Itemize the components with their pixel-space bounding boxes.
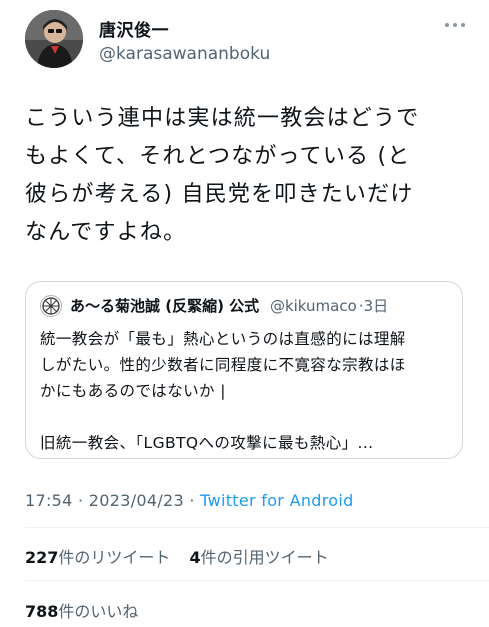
timestamp-separator: · [78,491,84,510]
tweet-line: こういう連中は実は統一教会はどうで [25,106,420,131]
quoted-line [40,404,450,430]
quoted-time: 3日 [363,297,389,315]
divider [25,527,489,528]
quoted-author-handle: @kikumaco [269,297,357,315]
source-separator: · [189,491,195,510]
quoted-line: 旧統一教会、「LGBTQへの攻撃に最も熱心」... [40,434,374,452]
retweet-count: 227 [25,548,59,567]
tweet-line: 彼らが考える) 自民党を叩きたいだけ [25,182,414,207]
quoted-author-name: あ～る菊池誠 (反緊縮) 公式 [70,297,260,315]
engagement-stats: 227件のリツイート 4件の引用ツイート [25,544,329,568]
author-name[interactable]: 唐沢俊一 [99,16,169,41]
tweet-timestamp[interactable]: 17:54 · 2023/04/23 · Twitter for Android [25,491,354,510]
retweet-label: 件のリツイート [58,548,171,567]
more-options-icon[interactable] [445,20,467,30]
quoted-avatar [40,295,62,317]
quote-count: 4 [189,548,201,567]
quoted-line: かにもあるのではないか | [40,382,226,400]
tweet-line: なんですよね。 [25,220,187,245]
divider [25,580,489,581]
quoted-line: 統一教会が「最も」熱心というのは直感的には理解 [40,330,406,348]
like-label: 件のいいね [58,602,139,621]
quotes-stat[interactable]: 4件の引用ツイート [190,548,329,567]
tweet-text: こういう連中は実は統一教会はどうで もよくて、それとつながっている (と 彼らが… [25,100,465,252]
like-count: 788 [25,602,59,621]
avatar[interactable] [25,10,83,68]
tweet-time: 17:54 [25,491,73,510]
quote-label: 件の引用ツイート [200,548,329,567]
tweet-line: もよくて、それとつながっている (と [25,144,411,169]
author-handle[interactable]: @karasawananboku [99,44,270,64]
quoted-header: あ～る菊池誠 (反緊縮) 公式 @kikumaco ·3日 [70,295,388,316]
likes-stat[interactable]: 788件のいいね [25,598,138,622]
retweets-stat[interactable]: 227件のリツイート [25,548,170,567]
tweet-source-link[interactable]: Twitter for Android [200,491,353,510]
quoted-text: 統一教会が「最も」熱心というのは直感的には理解 しがたい。性的少数者に同程度に不… [40,326,450,456]
quoted-tweet[interactable]: あ～る菊池誠 (反緊縮) 公式 @kikumaco ·3日 統一教会が「最も」熱心… [25,281,463,459]
tweet-date: 2023/04/23 [88,491,184,510]
quoted-line: しがたい。性的少数者に同程度に不寛容な宗教はほ [40,356,406,374]
